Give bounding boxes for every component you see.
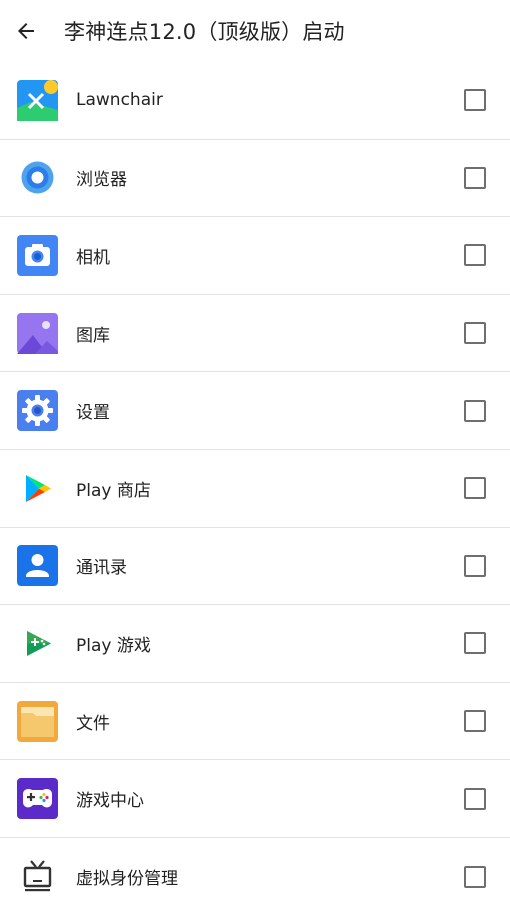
checkbox[interactable] [464,166,486,189]
app-label: Play 商店 [76,480,151,501]
app-label: 文件 [76,713,110,734]
contacts-icon [17,545,58,587]
list-item-play-store[interactable]: Play 商店 [0,450,510,528]
back-arrow-icon[interactable] [14,19,38,43]
list-item-gallery[interactable]: 图库 [0,295,510,373]
list-item-game-center[interactable]: 游戏中心 [0,760,510,838]
app-label: 虚拟身份管理 [76,869,178,890]
checkbox[interactable] [464,399,486,422]
game-center-icon [17,778,58,820]
list-item-settings[interactable]: 设置 [0,372,510,450]
app-bar: 李神连点12.0（顶级版）启动 [0,0,510,62]
app-label: 相机 [76,247,110,268]
gallery-icon [17,312,58,354]
checkbox[interactable] [464,244,486,267]
list-item-browser[interactable]: 浏览器 [0,140,510,218]
browser-icon [17,157,58,198]
checkbox[interactable] [464,554,486,577]
checkbox[interactable] [464,89,486,112]
checkbox[interactable] [464,632,486,655]
app-label: 通讯录 [76,558,127,579]
app-label: 设置 [76,403,110,424]
list-item-virtual-identity[interactable]: 虚拟身份管理 [0,838,510,916]
app-label: 图库 [76,325,110,346]
checkbox[interactable] [464,710,486,733]
list-item-play-games[interactable]: Play 游戏 [0,605,510,683]
app-label: 浏览器 [76,170,127,191]
list-item-files[interactable]: 文件 [0,683,510,761]
lawnchair-icon [17,79,58,121]
checkbox[interactable] [464,787,486,810]
list-item-contacts[interactable]: 通讯录 [0,528,510,606]
play-games-icon [17,623,58,664]
play-store-icon [17,468,58,509]
files-folder-icon [17,700,58,742]
checkbox[interactable] [464,865,486,888]
checkbox[interactable] [464,477,486,500]
list-item-lawnchair[interactable]: Lawnchair [0,62,510,140]
checkbox[interactable] [464,322,486,345]
list-item-camera[interactable]: 相机 [0,217,510,295]
app-list: Lawnchair 浏览器 相机 图库 设置 Play 商店 通讯录 Play … [0,62,510,916]
app-label: Play 游戏 [76,635,151,656]
tv-icon [17,856,58,897]
app-label: Lawnchair [76,90,163,111]
app-label: 游戏中心 [76,791,144,812]
page-title: 李神连点12.0（顶级版）启动 [64,20,345,44]
settings-gear-icon [17,390,58,432]
camera-icon [17,234,58,276]
